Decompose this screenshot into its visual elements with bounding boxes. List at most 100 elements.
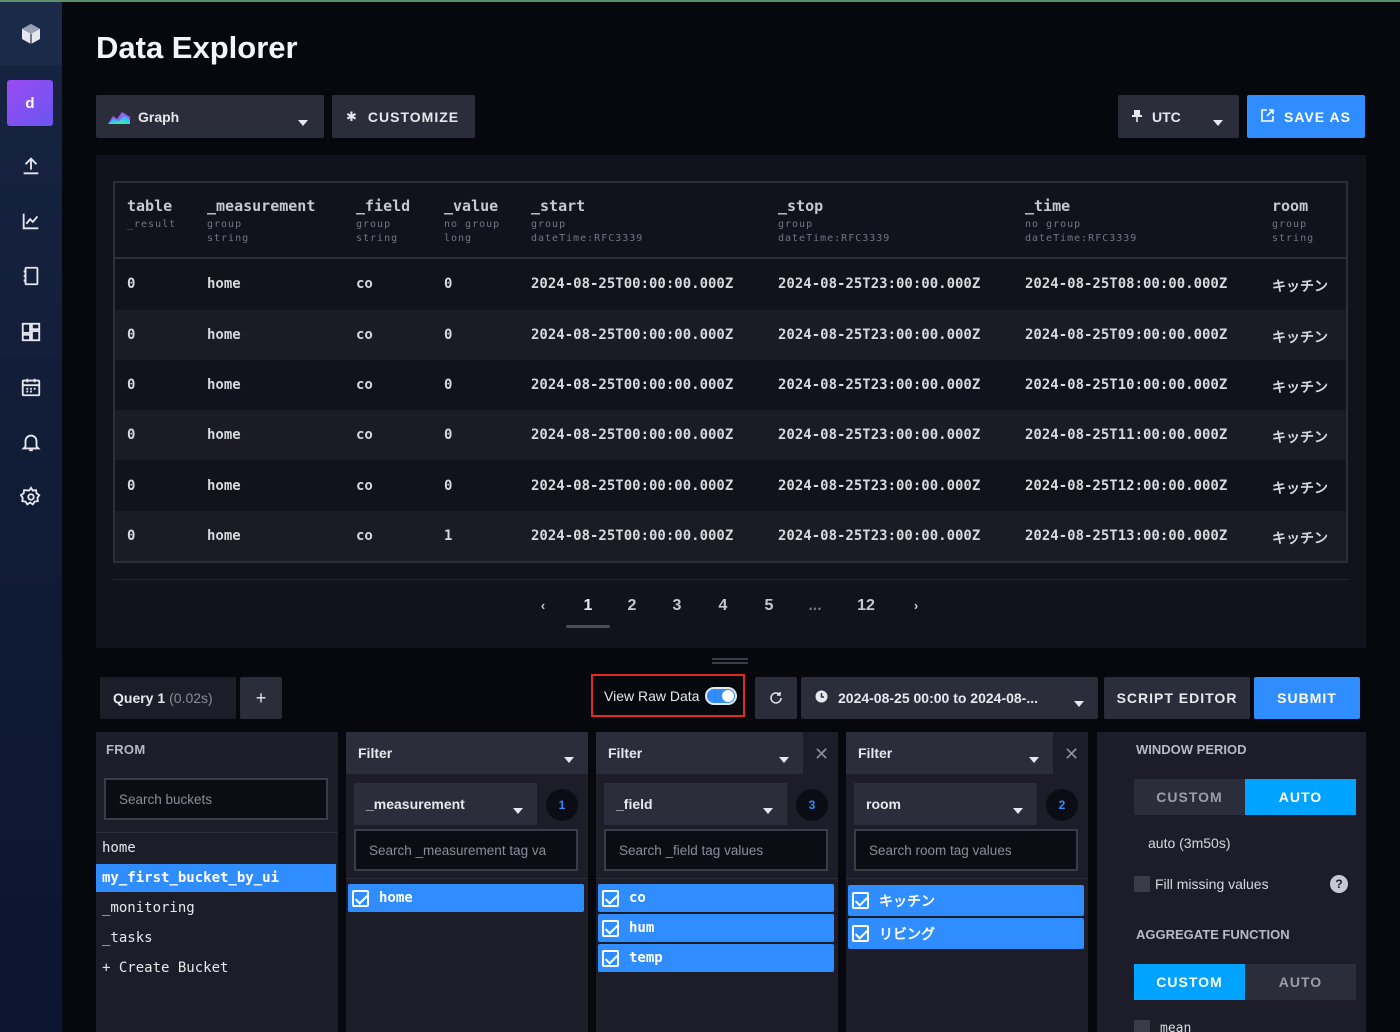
tag-value-item[interactable]: リビング: [848, 918, 1084, 949]
filter-card: Filter ✕ room 2 Search room tag values キ…: [846, 732, 1088, 1032]
clock-icon: [815, 690, 828, 706]
script-editor-button[interactable]: SCRIPT EDITOR: [1104, 677, 1250, 719]
tag-value-label: リビング: [879, 925, 935, 942]
refresh-button[interactable]: [755, 677, 797, 719]
page-button[interactable]: 1: [573, 595, 603, 617]
tag-values-search-input[interactable]: Search room tag values: [854, 829, 1078, 871]
chevron-down-icon: [1029, 750, 1039, 766]
close-icon[interactable]: ✕: [814, 744, 829, 765]
filter-function-label: Filter: [858, 745, 893, 761]
aggregate-custom-button[interactable]: CUSTOM: [1134, 964, 1245, 1000]
tag-value-item[interactable]: co: [598, 884, 834, 912]
time-range-dropdown[interactable]: 2024-08-25 00:00 to 2024-08-...: [801, 677, 1098, 719]
page-ellipsis: ...: [808, 597, 822, 614]
influx-logo-icon[interactable]: [0, 2, 62, 66]
next-page-button[interactable]: ›: [901, 595, 931, 617]
help-icon[interactable]: ?: [1330, 875, 1348, 893]
checkbox-checked-icon: [602, 919, 619, 937]
filter-function-dropdown[interactable]: Filter: [596, 732, 803, 774]
visualization-type-dropdown[interactable]: Graph: [96, 95, 324, 138]
tag-key-label: _measurement: [366, 796, 465, 812]
submit-button[interactable]: SUBMIT: [1254, 677, 1360, 719]
notebook-icon[interactable]: [19, 264, 43, 288]
column-header: _field group string: [356, 197, 411, 244]
bucket-search-input[interactable]: Search buckets: [104, 778, 328, 820]
table-scrollbar-track[interactable]: [113, 579, 1348, 580]
aggregate-auto-button[interactable]: AUTO: [1245, 964, 1356, 1000]
tag-values-search-input[interactable]: Search _field tag values: [604, 829, 828, 871]
tag-key-dropdown[interactable]: room: [854, 783, 1037, 825]
tag-values-search-input[interactable]: Search _measurement tag va: [354, 829, 578, 871]
filter-function-dropdown[interactable]: Filter: [346, 732, 588, 774]
bucket-item[interactable]: _monitoring: [96, 894, 336, 922]
window-auto-button[interactable]: AUTO: [1245, 779, 1356, 815]
upload-icon[interactable]: [19, 154, 43, 178]
page-button[interactable]: 3: [662, 595, 692, 617]
query-tab-label: Query 1: [113, 690, 166, 706]
page-button[interactable]: 5: [754, 595, 784, 617]
time-range-label: 2024-08-25 00:00 to 2024-08-...: [838, 690, 1039, 706]
chevron-down-icon: [1013, 801, 1023, 817]
top-accent-line: [0, 0, 1400, 2]
fill-missing-row: Fill missing values ?: [1134, 874, 1356, 894]
window-period-title: WINDOW PERIOD: [1136, 742, 1247, 757]
fill-missing-checkbox[interactable]: [1134, 876, 1150, 892]
table-row: 0 home co 0 2024-08-25T00:00:00.000Z 2024-08-…: [115, 410, 1346, 460]
view-raw-data-toggle[interactable]: [705, 686, 738, 705]
table-row: 0 home co 0 2024-08-25T00:00:00.000Z 2024-08-…: [127, 276, 1328, 295]
create-bucket-button[interactable]: + Create Bucket: [96, 954, 336, 982]
chevron-down-icon: [1213, 113, 1223, 129]
fill-missing-label: Fill missing values: [1155, 876, 1269, 892]
tasks-calendar-icon[interactable]: [19, 375, 43, 399]
customize-label: CUSTOMIZE: [367, 108, 460, 125]
customize-button[interactable]: ✱ CUSTOMIZE: [332, 95, 475, 138]
bucket-item[interactable]: _tasks: [96, 924, 336, 952]
column-header: _measurement group string: [207, 197, 316, 244]
table-row: 0 home co 1 2024-08-25T00:00:00.000Z 2024-08-…: [115, 511, 1346, 561]
column-header: _time no group dateTime:RFC3339: [1025, 197, 1138, 244]
filter-function-label: Filter: [608, 745, 643, 761]
gear-icon: ✱: [346, 108, 358, 124]
chart-icon[interactable]: [19, 209, 43, 233]
tag-value-item[interactable]: home: [348, 884, 584, 912]
close-icon[interactable]: ✕: [1064, 744, 1079, 765]
tag-value-item[interactable]: hum: [598, 914, 834, 942]
alerts-bell-icon[interactable]: [19, 430, 43, 454]
tag-key-dropdown[interactable]: _measurement: [354, 783, 537, 825]
aggregate-settings-panel: WINDOW PERIOD CUSTOM AUTO auto (3m50s) F…: [1124, 732, 1366, 1032]
raw-data-panel: table _result _measurement group string _fi…: [96, 155, 1366, 648]
prev-page-button[interactable]: ‹: [528, 595, 558, 617]
page-button[interactable]: 12: [851, 595, 881, 617]
query-tab[interactable]: Query 1 (0.02s): [100, 677, 236, 719]
sidebar-nav: d: [0, 2, 62, 1032]
org-avatar[interactable]: d: [7, 80, 53, 126]
tag-value-item[interactable]: temp: [598, 944, 834, 972]
chevron-down-icon: [1074, 694, 1084, 710]
graph-type-icon: [108, 111, 130, 124]
raw-data-table: table _result _measurement group string _fi…: [113, 181, 1348, 563]
aggregate-function-title: AGGREGATE FUNCTION: [1136, 927, 1290, 942]
save-as-button[interactable]: SAVE AS: [1247, 95, 1365, 138]
bucket-item[interactable]: my_first_bucket_by_ui: [96, 864, 336, 892]
window-custom-button[interactable]: CUSTOM: [1134, 779, 1245, 815]
settings-gear-icon[interactable]: [19, 485, 43, 509]
dashboards-icon[interactable]: [19, 320, 43, 344]
panel-resize-handle[interactable]: [712, 658, 748, 664]
page-title: Data Explorer: [96, 30, 298, 65]
bucket-item[interactable]: home: [96, 834, 336, 862]
page-button[interactable]: 4: [708, 595, 738, 617]
filter-function-dropdown[interactable]: Filter: [846, 732, 1053, 774]
tag-key-dropdown[interactable]: _field: [604, 783, 787, 825]
tag-value-label: hum: [629, 920, 655, 936]
add-query-button[interactable]: +: [240, 677, 282, 719]
filter-card: Filter ✕ _field 3 Search _field tag valu…: [596, 732, 838, 1032]
column-header: table _result: [127, 197, 177, 230]
checkbox-checked-icon: [852, 925, 869, 942]
tag-value-item[interactable]: キッチン: [848, 885, 1084, 916]
aggregate-function-item[interactable]: mean: [1134, 1020, 1191, 1032]
timezone-dropdown[interactable]: UTC: [1118, 95, 1239, 138]
chevron-down-icon: [298, 113, 308, 129]
page-button[interactable]: 2: [617, 595, 647, 617]
filter-card: Filter _measurement 1 Search _measuremen…: [346, 732, 588, 1032]
tag-value-label: home: [379, 890, 413, 906]
